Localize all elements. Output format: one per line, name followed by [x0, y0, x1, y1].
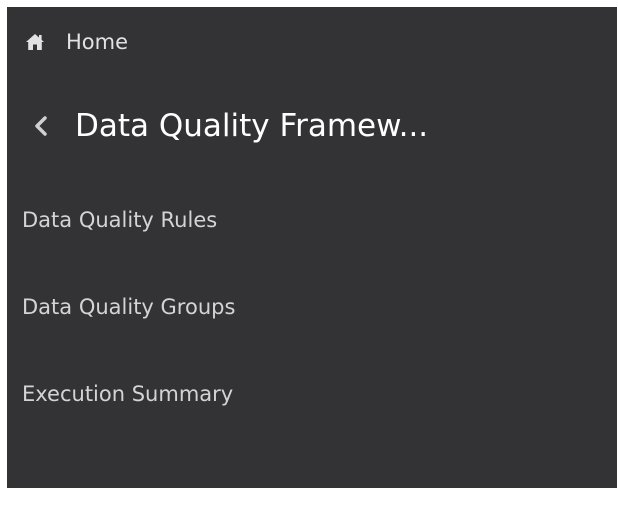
home-label: Home [66, 30, 129, 54]
back-to-parent-button[interactable]: Data Quality Framew... [7, 99, 617, 159]
nav-item-data-quality-groups[interactable]: Data Quality Groups [22, 293, 235, 321]
navigation-panel: Home Data Quality Framew... Data Quality… [7, 7, 617, 488]
nav-item-execution-summary[interactable]: Execution Summary [22, 380, 233, 408]
chevron-left-icon [33, 114, 49, 138]
section-title: Data Quality Framew... [75, 108, 429, 144]
nav-item-data-quality-rules[interactable]: Data Quality Rules [22, 206, 217, 234]
home-link[interactable]: Home [7, 7, 617, 77]
home-icon [25, 32, 45, 52]
